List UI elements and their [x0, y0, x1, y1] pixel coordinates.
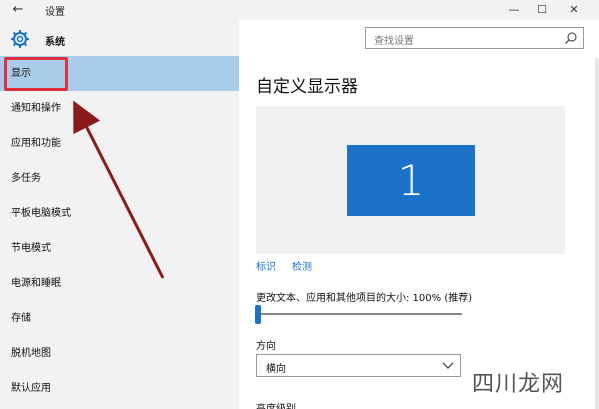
sidebar-item-default-apps[interactable]: 默认应用: [0, 371, 239, 406]
scale-label: 更改文本、应用和其他项目的大小: 100% (推荐): [256, 293, 473, 304]
orientation-dropdown[interactable]: 横向: [256, 354, 461, 377]
annotation-arrow: [73, 100, 165, 279]
scale-slider-thumb[interactable]: [255, 305, 261, 324]
search-input[interactable]: 查找设置: [365, 27, 584, 49]
sidebar-item-storage[interactable]: 存储: [0, 301, 239, 336]
identify-link[interactable]: 标识: [256, 258, 276, 273]
scrollbar[interactable]: [595, 58, 599, 409]
orientation-value: 横向: [266, 364, 286, 375]
monitor-tile[interactable]: 1: [347, 145, 475, 216]
watermark: 四川龙网: [472, 372, 565, 397]
close-button[interactable]: ✕: [562, 1, 586, 19]
minimize-button[interactable]: —: [502, 1, 526, 19]
search-icon[interactable]: [564, 31, 578, 45]
orientation-label: 方向: [256, 341, 276, 352]
detect-link[interactable]: 检测: [292, 258, 312, 273]
scale-slider-track[interactable]: [258, 313, 462, 315]
sidebar-item-offline-maps[interactable]: 脱机地图: [0, 336, 239, 371]
maximize-button[interactable]: ☐: [530, 1, 554, 19]
page-title: 自定义显示器: [256, 77, 358, 97]
search-placeholder: 查找设置: [374, 36, 414, 47]
chevron-down-icon: [442, 362, 454, 369]
brightness-label: 亮度级别: [256, 400, 296, 409]
